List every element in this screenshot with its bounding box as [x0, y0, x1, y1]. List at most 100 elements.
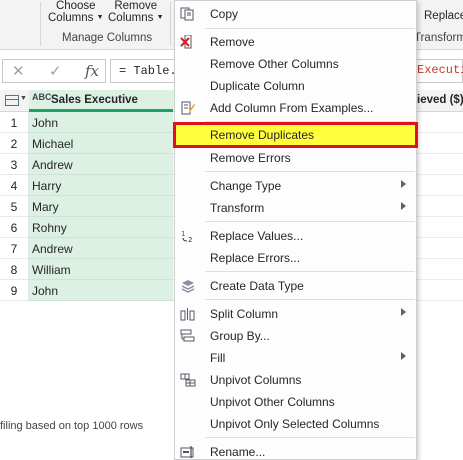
- menu-item-change-type[interactable]: Change Type: [175, 175, 416, 197]
- context-menu: Copy Remove Remove Other Columns Duplica…: [173, 0, 418, 460]
- menu-item-remove-duplicates[interactable]: Remove Duplicates: [173, 122, 418, 148]
- remove-column-icon: [180, 35, 192, 49]
- row-number: 1: [0, 112, 29, 133]
- menu-item-create-data-type[interactable]: Create Data Type: [175, 275, 416, 297]
- menu-item-label: Rename...: [210, 445, 266, 459]
- menu-item-label: Duplicate Column: [210, 79, 305, 93]
- menu-item-group-by[interactable]: Group By...: [175, 325, 416, 347]
- menu-divider: [205, 171, 415, 172]
- menu-item-label: Unpivot Other Columns: [210, 395, 335, 409]
- transform-group-label: Transform: [414, 32, 463, 44]
- menu-item-transform[interactable]: Transform: [175, 197, 416, 219]
- manage-columns-group-label: Manage Columns: [62, 32, 153, 44]
- menu-item-replace-errors[interactable]: Replace Errors...: [175, 247, 416, 269]
- ribbon-divider: [40, 2, 41, 46]
- table-cell[interactable]: Andrew: [29, 238, 173, 259]
- menu-item-replace-values[interactable]: 12 Replace Values...: [175, 225, 416, 247]
- table-cell[interactable]: Mary: [29, 196, 173, 217]
- menu-item-label: Remove: [210, 35, 255, 49]
- remove-columns-label-2: Columns: [108, 12, 154, 25]
- menu-item-label: Change Type: [210, 179, 282, 193]
- menu-item-label: Remove Duplicates: [210, 128, 315, 142]
- menu-item-label: Fill: [210, 351, 226, 365]
- formula-text-fragment: Executi: [417, 63, 463, 77]
- menu-item-label: Unpivot Columns: [210, 373, 302, 387]
- chevron-right-icon: [401, 180, 406, 188]
- menu-divider: [205, 28, 415, 29]
- svg-text:1: 1: [181, 230, 185, 238]
- chevron-right-icon: [401, 352, 406, 360]
- menu-divider: [205, 271, 415, 272]
- status-bar-text: filing based on top 1000 rows: [0, 420, 144, 432]
- chevron-right-icon: [401, 308, 406, 316]
- menu-item-label: Replace Errors...: [210, 251, 301, 265]
- menu-item-unpivot-columns[interactable]: Unpivot Columns: [175, 369, 416, 391]
- row-number: 5: [0, 196, 29, 217]
- menu-item-remove[interactable]: Remove: [175, 31, 416, 53]
- chevron-down-icon: ▼: [156, 14, 164, 21]
- menu-item-label: Group By...: [210, 329, 270, 343]
- table-cell[interactable]: John: [29, 280, 173, 301]
- row-number: 3: [0, 154, 29, 175]
- formula-controls: ✕ ✓ fx: [2, 59, 106, 83]
- menu-item-label: Create Data Type: [210, 279, 304, 293]
- choose-columns-button[interactable]: Choose Columns ▼: [48, 0, 104, 24]
- menu-divider: [205, 221, 415, 222]
- menu-item-label: Add Column From Examples...: [210, 101, 374, 115]
- add-column-icon: [181, 101, 195, 115]
- table-cell[interactable]: Harry: [29, 175, 173, 196]
- chevron-down-icon[interactable]: ▼: [20, 95, 27, 102]
- data-type-icon: [181, 280, 195, 293]
- menu-item-add-column-from-examples[interactable]: Add Column From Examples...: [175, 97, 416, 119]
- column-header-label: Sales Executive: [51, 94, 138, 106]
- row-number: 4: [0, 175, 29, 196]
- table-icon[interactable]: [5, 95, 19, 106]
- menu-item-remove-other-columns[interactable]: Remove Other Columns: [175, 53, 416, 75]
- menu-item-label: Copy: [210, 7, 239, 21]
- menu-item-label: Replace Values...: [210, 229, 304, 243]
- chevron-down-icon: ▼: [96, 14, 104, 21]
- menu-divider: [205, 437, 415, 438]
- rename-icon: [180, 446, 194, 458]
- chevron-right-icon: [401, 202, 406, 210]
- menu-item-label: Transform: [210, 201, 265, 215]
- row-number: 9: [0, 280, 29, 301]
- menu-item-unpivot-only-selected-columns[interactable]: Unpivot Only Selected Columns: [175, 413, 416, 435]
- menu-item-label: Remove Errors: [210, 151, 291, 165]
- column-header-sales-executive[interactable]: ABC Sales Executive: [29, 90, 173, 112]
- confirm-icon[interactable]: ✓: [49, 62, 62, 80]
- menu-item-remove-errors[interactable]: Remove Errors: [175, 147, 416, 169]
- menu-divider: [205, 121, 415, 122]
- table-cell[interactable]: Rohny: [29, 217, 173, 238]
- menu-item-split-column[interactable]: Split Column: [175, 303, 416, 325]
- menu-divider: [205, 299, 415, 300]
- row-number: 6: [0, 217, 29, 238]
- choose-columns-label-2: Columns: [48, 12, 94, 25]
- table-cell[interactable]: John: [29, 112, 173, 133]
- text-type-icon[interactable]: ABC: [32, 92, 52, 102]
- menu-item-copy[interactable]: Copy: [175, 3, 416, 25]
- split-column-icon: [180, 308, 195, 321]
- fx-icon[interactable]: fx: [85, 62, 99, 80]
- column-header-achieved[interactable]: ieved ($): [417, 94, 463, 106]
- menu-item-label: Split Column: [210, 307, 279, 321]
- choose-columns-label-1: Choose: [55, 0, 96, 12]
- table-cell[interactable]: William: [29, 259, 173, 280]
- ribbon-divider: [170, 2, 171, 46]
- group-by-icon: [180, 329, 195, 342]
- row-number: 2: [0, 133, 29, 154]
- copy-icon: [180, 7, 194, 21]
- menu-item-fill[interactable]: Fill: [175, 347, 416, 369]
- row-number: 8: [0, 259, 29, 280]
- svg-text:2: 2: [188, 236, 192, 243]
- menu-item-unpivot-other-columns[interactable]: Unpivot Other Columns: [175, 391, 416, 413]
- cancel-icon[interactable]: ✕: [12, 62, 25, 80]
- menu-item-duplicate-column[interactable]: Duplicate Column: [175, 75, 416, 97]
- menu-item-label: Unpivot Only Selected Columns: [210, 417, 380, 431]
- replace-values-icon: 12: [181, 230, 192, 243]
- menu-item-rename[interactable]: Rename...: [175, 441, 416, 460]
- table-cell[interactable]: Michael: [29, 133, 173, 154]
- remove-columns-button[interactable]: Remove Columns ▼: [108, 0, 164, 24]
- replace-button[interactable]: Replace: [424, 10, 463, 22]
- table-cell[interactable]: Andrew: [29, 154, 173, 175]
